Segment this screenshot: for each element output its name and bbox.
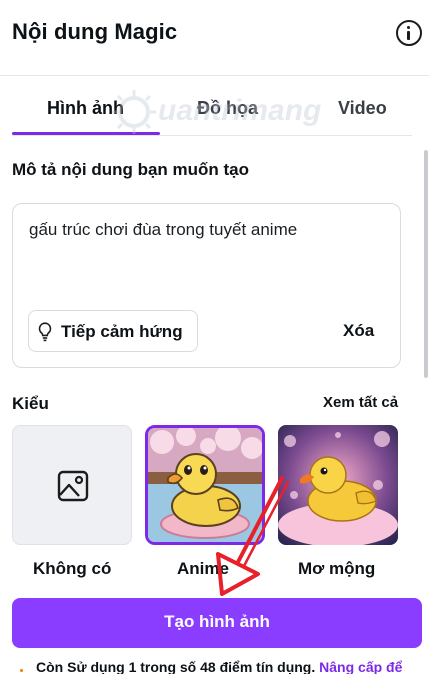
status-dot	[20, 669, 23, 672]
prompt-textarea[interactable]: gấu trúc chơi đùa trong tuyết anime Tiếp…	[12, 203, 401, 368]
panel-title: Nội dung Magic	[12, 19, 178, 44]
credits-notice: Còn Sử dụng 1 trong số 48 điểm tín dụng.…	[36, 659, 402, 674]
style-card-anime[interactable]	[145, 425, 265, 545]
tab-bar: Hình ảnh Đồ họa Video	[12, 88, 412, 136]
inspire-label: Tiếp cảm hứng	[61, 322, 183, 341]
style-label-anime: Anime	[177, 559, 229, 578]
inspire-button[interactable]: Tiếp cảm hứng	[28, 310, 198, 352]
credits-text: Còn Sử dụng 1 trong số 48 điểm tín dụng.	[36, 659, 316, 674]
active-tab-indicator	[12, 132, 160, 135]
dreamy-duck-thumbnail	[278, 425, 398, 545]
generate-image-label: Tạo hình ảnh	[164, 612, 270, 631]
style-label-dreamy: Mơ mộng	[298, 559, 376, 578]
style-label-none: Không có	[33, 559, 112, 578]
prompt-text[interactable]: gấu trúc chơi đùa trong tuyết anime	[29, 220, 297, 240]
generate-image-button[interactable]: Tạo hình ảnh	[12, 598, 422, 648]
tab-video[interactable]: Video	[338, 98, 387, 119]
upgrade-link[interactable]: Nâng cấp để	[319, 659, 402, 674]
styles-label: Kiểu	[12, 394, 49, 413]
clear-button[interactable]: Xóa	[343, 321, 374, 341]
style-card-dreamy[interactable]	[278, 425, 398, 545]
panel-header: Nội dung Magic	[0, 0, 429, 76]
lightbulb-icon	[38, 322, 52, 342]
image-icon	[57, 470, 89, 502]
anime-duck-thumbnail	[148, 428, 262, 542]
see-all-link[interactable]: Xem tất cả	[323, 394, 398, 411]
tab-images[interactable]: Hình ảnh	[47, 98, 124, 119]
prompt-label: Mô tả nội dung bạn muốn tạo	[12, 160, 250, 179]
scrollbar-thumb[interactable]	[424, 150, 428, 378]
tab-graphics[interactable]: Đồ họa	[197, 98, 258, 119]
info-icon[interactable]	[396, 20, 422, 46]
style-card-none[interactable]	[12, 425, 132, 545]
